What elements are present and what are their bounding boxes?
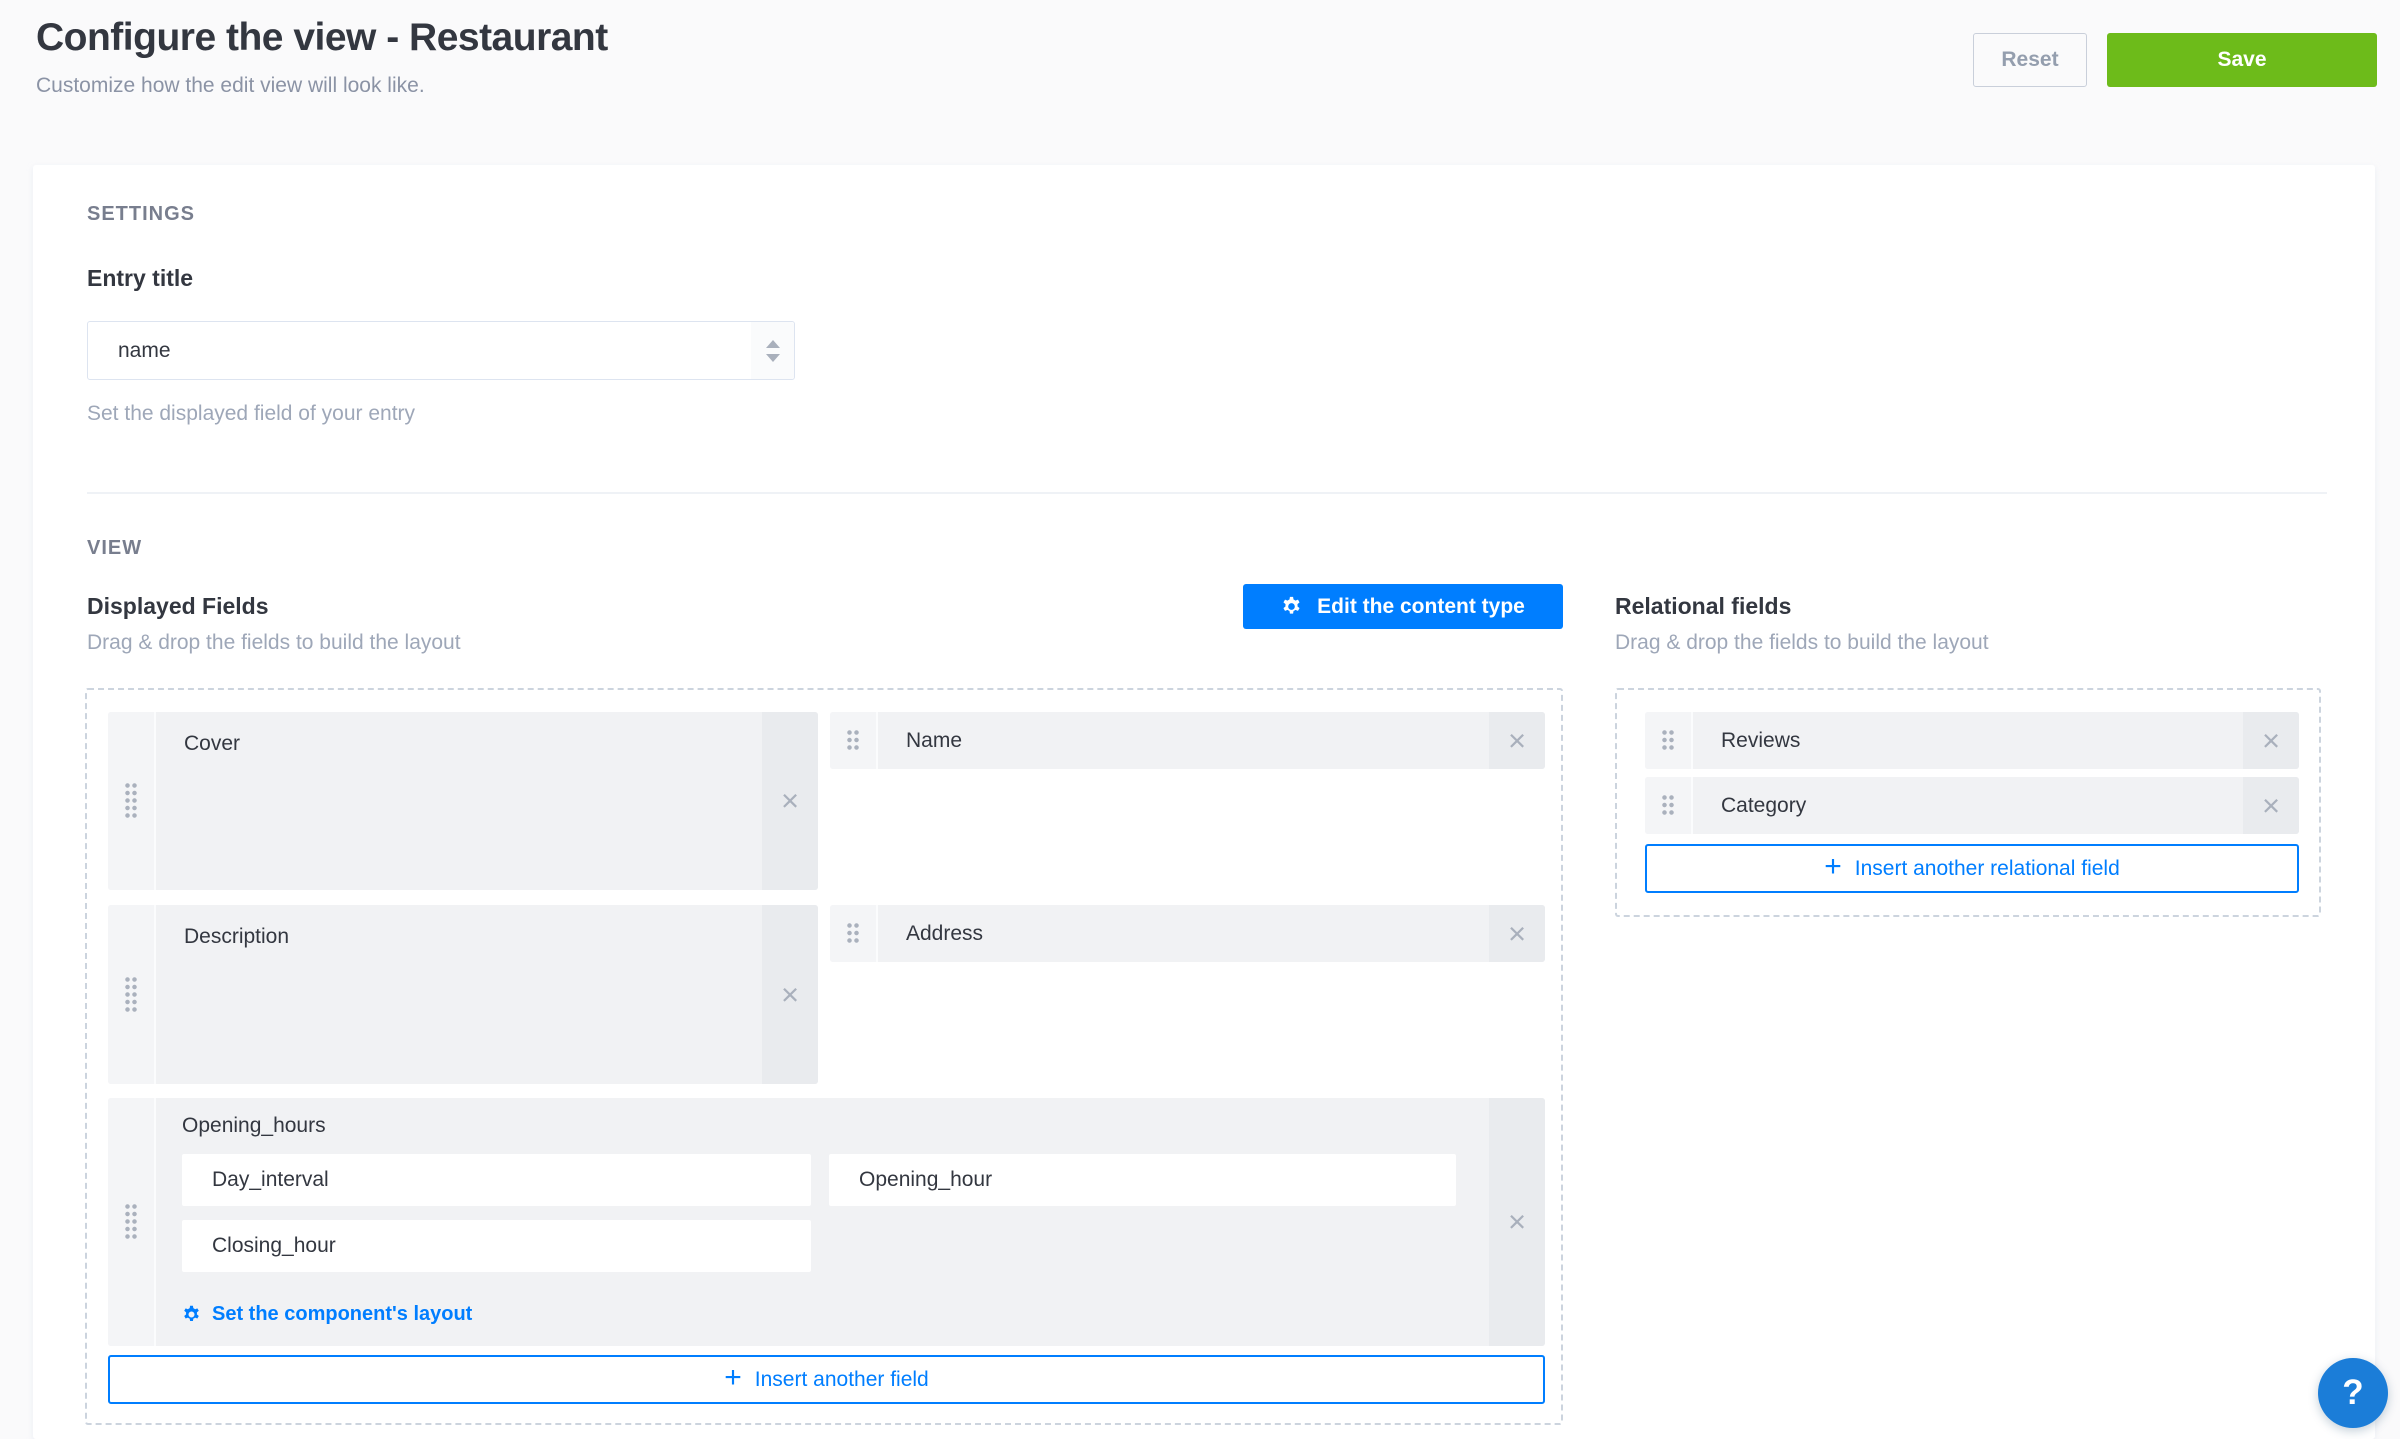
field-box-description[interactable]: Description × <box>108 905 818 1084</box>
entry-title-help-text: Set the displayed field of your entry <box>87 402 415 426</box>
field-box-address[interactable]: Address × <box>830 905 1545 962</box>
insert-another-field-button[interactable]: + Insert another field <box>108 1355 1545 1404</box>
relational-fields-drop-area: Reviews × Category × + Insert another re… <box>1615 688 2321 917</box>
plus-icon: + <box>1824 852 1842 882</box>
field-box-cover[interactable]: Cover × <box>108 712 818 890</box>
entry-title-label: Entry title <box>87 265 193 292</box>
edit-content-type-button[interactable]: Edit the content type <box>1243 584 1563 629</box>
component-row: Day_interval Opening_hour <box>182 1154 1489 1206</box>
entry-title-select-value: name <box>88 339 751 363</box>
relational-field-box-category[interactable]: Category × <box>1645 777 2299 834</box>
remove-field-button[interactable]: × <box>762 712 818 890</box>
field-label: Cover <box>156 712 762 890</box>
close-icon: × <box>1508 723 1526 759</box>
page-subtitle: Customize how the edit view will look li… <box>36 74 425 98</box>
field-label: Reviews <box>1693 712 2243 769</box>
drag-dots-icon <box>847 730 860 751</box>
displayed-fields-drop-area: Cover × Name × Description × Address × O… <box>85 688 1563 1425</box>
drag-handle[interactable] <box>108 1098 156 1346</box>
set-component-layout-link[interactable]: Set the component's layout <box>182 1303 472 1326</box>
select-spinner[interactable] <box>751 322 794 379</box>
content-card: SETTINGS Entry title name Set the displa… <box>33 165 2375 1439</box>
component-content: Opening_hours Day_interval Opening_hour … <box>156 1098 1489 1346</box>
field-label: Description <box>156 905 762 1084</box>
remove-field-button[interactable]: × <box>2243 777 2299 834</box>
close-icon: × <box>1508 916 1526 952</box>
drag-dots-icon <box>1662 730 1675 751</box>
drag-dots-icon <box>1662 795 1675 816</box>
drag-handle[interactable] <box>1645 712 1693 769</box>
field-label: Category <box>1693 777 2243 834</box>
drag-handle[interactable] <box>1645 777 1693 834</box>
close-icon: × <box>1508 1204 1526 1240</box>
help-button[interactable]: ? <box>2318 1358 2388 1428</box>
component-label: Opening_hours <box>182 1114 1489 1138</box>
settings-section-label: SETTINGS <box>87 203 195 226</box>
insert-another-relational-field-label: Insert another relational field <box>1855 857 2120 881</box>
drag-handle[interactable] <box>830 905 878 962</box>
set-component-layout-label: Set the component's layout <box>212 1303 472 1326</box>
component-row: Closing_hour <box>182 1220 1489 1272</box>
field-box-name[interactable]: Name × <box>830 712 1545 769</box>
drag-dots-icon <box>125 783 138 819</box>
drag-dots-icon <box>125 977 138 1013</box>
relational-field-box-reviews[interactable]: Reviews × <box>1645 712 2299 769</box>
remove-field-button[interactable]: × <box>1489 905 1545 962</box>
insert-another-relational-field-button[interactable]: + Insert another relational field <box>1645 844 2299 893</box>
view-section-label: VIEW <box>87 537 142 560</box>
drag-handle[interactable] <box>108 712 156 890</box>
insert-another-field-label: Insert another field <box>755 1368 929 1392</box>
plus-icon: + <box>724 1363 742 1393</box>
close-icon: × <box>781 977 799 1013</box>
gear-icon <box>1281 596 1302 617</box>
displayed-fields-subtitle: Drag & drop the fields to build the layo… <box>87 631 461 655</box>
remove-component-button[interactable]: × <box>1489 1098 1545 1346</box>
close-icon: × <box>2262 723 2280 759</box>
save-button[interactable]: Save <box>2107 33 2377 87</box>
component-subfield-closing-hour: Closing_hour <box>182 1220 811 1272</box>
component-subfield-opening-hour: Opening_hour <box>829 1154 1456 1206</box>
drag-dots-icon <box>125 1204 138 1240</box>
drag-handle[interactable] <box>830 712 878 769</box>
gear-icon <box>182 1305 201 1324</box>
reset-button[interactable]: Reset <box>1973 33 2087 87</box>
question-mark-icon: ? <box>2342 1373 2363 1413</box>
field-label: Address <box>878 905 1489 962</box>
remove-field-button[interactable]: × <box>762 905 818 1084</box>
component-box-opening-hours[interactable]: Opening_hours Day_interval Opening_hour … <box>108 1098 1545 1346</box>
chevron-down-icon <box>766 354 780 362</box>
close-icon: × <box>781 783 799 819</box>
close-icon: × <box>2262 788 2280 824</box>
page-title: Configure the view - Restaurant <box>36 16 608 60</box>
remove-field-button[interactable]: × <box>1489 712 1545 769</box>
component-subfield-day-interval: Day_interval <box>182 1154 811 1206</box>
relational-fields-subtitle: Drag & drop the fields to build the layo… <box>1615 631 1989 655</box>
displayed-fields-title: Displayed Fields <box>87 593 269 620</box>
entry-title-select[interactable]: name <box>87 321 795 380</box>
section-divider <box>87 492 2327 494</box>
chevron-up-icon <box>766 340 780 348</box>
drag-dots-icon <box>847 923 860 944</box>
edit-content-type-label: Edit the content type <box>1317 595 1525 619</box>
relational-fields-title: Relational fields <box>1615 593 1791 620</box>
field-label: Name <box>878 712 1489 769</box>
remove-field-button[interactable]: × <box>2243 712 2299 769</box>
drag-handle[interactable] <box>108 905 156 1084</box>
